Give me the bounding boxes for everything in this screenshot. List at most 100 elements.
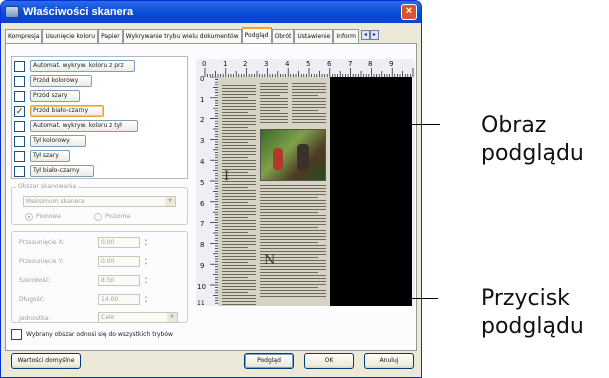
offset-x-field[interactable]: 0.00 (98, 237, 140, 248)
list-item[interactable]: Przód szary (14, 90, 80, 102)
portrait-radio[interactable] (25, 213, 33, 221)
image-checkbox[interactable] (14, 60, 25, 72)
preview-text-line (222, 235, 256, 236)
preview-text-line (222, 109, 256, 110)
preview-text-line (222, 286, 256, 287)
preview-button[interactable]: Podgląd (244, 353, 294, 369)
offset-y-spinner[interactable]: ▲ ▼ (143, 256, 149, 267)
list-item[interactable]: ✓ Przód biało-czarny (14, 105, 104, 117)
preview-text-line (260, 197, 318, 198)
unit-value: Cale (101, 314, 115, 321)
preview-text-line (260, 272, 318, 273)
image-type-button[interactable]: Automat. wykryw. koloru z tył (30, 120, 138, 132)
preview-text-line (260, 200, 326, 201)
offset-x-label: Przesunięcie X: (19, 239, 65, 246)
scan-preview-canvas[interactable]: I N (218, 77, 412, 306)
preview-text-line (222, 262, 248, 263)
tab-scroll-left-icon[interactable]: ◂ (360, 30, 370, 40)
list-item[interactable]: Tył biało-czarny (14, 165, 94, 177)
defaults-button[interactable]: Wartości domyślne (11, 353, 81, 369)
apply-all-label: Wybrany obszar odnosi się do wszystkich … (26, 331, 173, 338)
callout-line-2: podglądu (481, 141, 584, 166)
image-checkbox[interactable] (14, 135, 25, 147)
close-button[interactable]: × (401, 4, 417, 20)
callout-preview-image: Obraz podglądu (481, 112, 584, 168)
preview-text-line (260, 245, 326, 246)
scan-area-select[interactable]: Maksimum skanera ▼ (23, 196, 176, 207)
preview-text-line (260, 95, 280, 96)
preview-text-line (292, 83, 326, 84)
list-item[interactable]: Tył kolorowy (14, 135, 86, 147)
unit-label: Jednostka: (19, 315, 51, 322)
preview-text-line (260, 290, 326, 291)
preview-text-line (222, 268, 256, 269)
preview-text-line (222, 91, 256, 92)
image-type-button[interactable]: Przód szary (30, 90, 80, 102)
list-item[interactable]: Automat. wykryw. koloru z tył (14, 120, 138, 132)
tab-rotation[interactable]: Obrót (271, 29, 295, 43)
tab-scroll-right-icon[interactable]: ▸ (369, 30, 379, 40)
preview-text-line (222, 247, 248, 248)
preview-area[interactable]: 0 1 2 3 4 5 6 7 8 9 0 1 2 3 4 5 6 7 8 9 … (196, 59, 415, 307)
preview-text-line (222, 244, 256, 245)
tab-settings[interactable]: Ustawienie (294, 29, 334, 43)
ruler-top-label: 4 (285, 60, 290, 68)
preview-text-line (222, 151, 256, 152)
list-item[interactable]: Automat. wykryw. koloru z prz (14, 60, 135, 72)
image-type-button-selected[interactable]: Przód biało-czarny (30, 105, 104, 117)
tab-information[interactable]: Inform (333, 29, 359, 43)
tab-preview[interactable]: Podgląd (241, 27, 272, 43)
unit-select[interactable]: Cale ▼ (98, 312, 178, 323)
apply-all-row[interactable]: Wybrany obszar odnosi się do wszystkich … (11, 329, 173, 340)
tab-paper[interactable]: Papier (98, 29, 123, 43)
preview-text-line (222, 85, 256, 86)
list-item[interactable]: Przód kolorowy (14, 75, 92, 87)
preview-text-line (222, 217, 248, 218)
image-type-button[interactable]: Tył kolorowy (30, 135, 86, 147)
image-type-button[interactable]: Tył szary (30, 150, 70, 162)
ruler-left-label: 10 (197, 283, 206, 291)
preview-text-line (222, 115, 256, 116)
tab-compression[interactable]: Kompresja (5, 29, 43, 43)
image-checkbox[interactable] (14, 165, 25, 177)
landscape-radio[interactable] (94, 213, 102, 221)
image-type-list: Automat. wykryw. koloru z prz Przód kolo… (11, 56, 188, 179)
preview-text-line (260, 116, 288, 117)
preview-text-line (260, 113, 288, 114)
image-checkbox[interactable] (14, 75, 25, 87)
image-checkbox[interactable] (14, 150, 25, 162)
width-spinner[interactable]: ▲ ▼ (143, 275, 149, 286)
tab-multifeed-detection[interactable]: Wykrywanie trybu wielu dokumentów (122, 29, 242, 43)
length-field[interactable]: 14.00 (98, 294, 140, 305)
preview-text-line (222, 232, 248, 233)
preview-text-line (222, 136, 256, 137)
offset-y-field[interactable]: 0.00 (98, 256, 140, 267)
preview-document-image: I N (218, 77, 330, 306)
length-spinner[interactable]: ▲ ▼ (143, 294, 149, 305)
scan-area-value: Maksimum skanera (26, 198, 85, 205)
left-ruler (210, 77, 218, 304)
offset-x-spinner[interactable]: ▲ ▼ (143, 237, 149, 248)
ok-button[interactable]: OK (304, 353, 354, 369)
image-type-button[interactable]: Automat. wykryw. koloru z prz (30, 60, 135, 72)
preview-text-line (292, 98, 326, 99)
title-bar[interactable]: Właściwości skanera × (1, 1, 421, 23)
image-type-button[interactable]: Przód kolorowy (30, 75, 92, 87)
preview-text-line (222, 118, 256, 119)
image-checkbox[interactable] (14, 120, 25, 132)
chevron-down-icon: ▼ (167, 313, 177, 322)
preview-text-line (222, 133, 256, 134)
list-item[interactable]: Tył szary (14, 150, 70, 162)
apply-all-checkbox[interactable] (11, 329, 22, 340)
ruler-top-label: 7 (348, 60, 353, 68)
image-checkbox[interactable] (14, 90, 25, 102)
width-field[interactable]: 8.50 (98, 275, 140, 286)
cancel-button[interactable]: Anuluj (364, 353, 414, 369)
preview-text-line (222, 250, 256, 251)
image-type-button[interactable]: Tył biało-czarny (30, 165, 94, 177)
preview-text-line (260, 278, 326, 279)
preview-text-line (222, 163, 256, 164)
callout-line-1: Obraz (481, 113, 547, 138)
image-checkbox-checked[interactable]: ✓ (14, 105, 25, 117)
tab-color-dropout[interactable]: Usunięcie koloru (42, 29, 99, 43)
